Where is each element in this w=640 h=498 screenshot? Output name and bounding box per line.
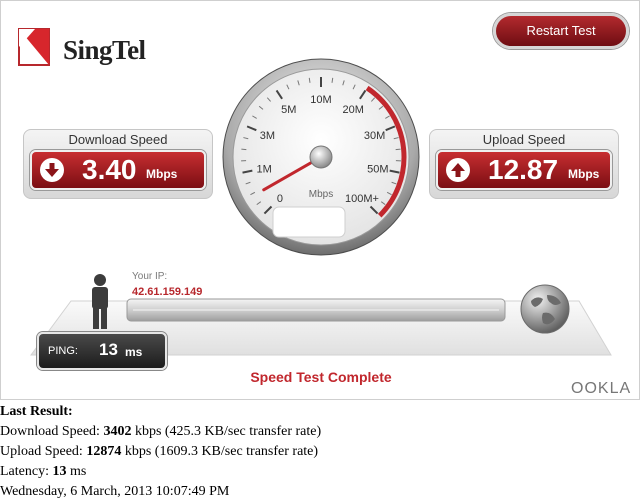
upload-speed-unit: Mbps: [568, 167, 600, 181]
last-download-line: Download Speed: 3402 kbps (425.3 KB/sec …: [0, 424, 322, 439]
upload-panel: Upload Speed 12.87 Mbps: [429, 129, 619, 199]
logo-text: SingTel: [63, 35, 146, 65]
gauge-tick-label: 100M+: [345, 193, 379, 205]
download-panel: Download Speed 3.40 Mbps: [23, 129, 213, 199]
ip-label: Your IP:: [132, 271, 168, 282]
gauge-tick-label: 20M: [343, 104, 364, 116]
ookla-logo: OOKLA: [571, 380, 631, 397]
last-latency-value: 13: [52, 464, 67, 479]
download-title: Download Speed: [68, 132, 168, 147]
ip-address: 42.61.159.149: [132, 286, 203, 298]
speedtest-widget: SingTel Restart Test Download Speed 3.40…: [0, 0, 640, 400]
gauge-tick-label: 1M: [256, 163, 271, 175]
user-icon: [92, 274, 108, 329]
ping-label: PING:: [48, 345, 78, 357]
upload-speed-value: 12.87: [488, 154, 559, 185]
gauge-tick-label: 0: [277, 193, 283, 205]
last-upload-value: 12874: [86, 444, 122, 459]
upload-value-box: 12.87 Mbps: [436, 150, 612, 190]
last-download-value: 3402: [103, 424, 132, 439]
status-text: Speed Test Complete: [250, 369, 392, 385]
download-arrow-icon: [40, 158, 64, 182]
download-value-box: 3.40 Mbps: [30, 150, 206, 190]
gauge-tick-label: 30M: [364, 130, 385, 142]
ping-value: 13: [99, 340, 118, 359]
globe-icon: [520, 284, 570, 334]
ping-unit: ms: [125, 345, 143, 359]
upload-arrow-icon: [446, 158, 470, 182]
last-result-timestamp: Wednesday, 6 March, 2013 10:07:49 PM: [0, 484, 230, 498]
gauge-tick-label: 10M: [310, 94, 331, 106]
last-upload-line: Upload Speed: 12874 kbps (1609.3 KB/sec …: [0, 444, 319, 459]
speed-gauge: 0 1M 3M 5M 10M 20M 30M 50M 100M+ Mbps: [222, 58, 420, 256]
last-result-text: Last Result: Download Speed: 3402 kbps (…: [0, 402, 640, 498]
svg-text:OOKLA: OOKLA: [571, 380, 631, 397]
gauge-unit-label: Mbps: [309, 189, 333, 200]
download-speed-value: 3.40: [82, 154, 137, 185]
gauge-tick-label: 50M: [367, 163, 388, 175]
last-latency-line: Latency: 13 ms: [0, 464, 87, 479]
last-result-heading: Last Result:: [0, 404, 73, 419]
download-speed-unit: Mbps: [146, 167, 178, 181]
gauge-hub: [309, 145, 333, 169]
gauge-tick-label: 3M: [260, 130, 275, 142]
restart-test-button[interactable]: Restart Test: [493, 13, 629, 49]
gauge-readout-window: [272, 206, 346, 238]
ping-display: PING: 13 ms: [37, 332, 167, 370]
gauge-tick-label: 5M: [281, 104, 296, 116]
upload-title: Upload Speed: [482, 132, 566, 147]
